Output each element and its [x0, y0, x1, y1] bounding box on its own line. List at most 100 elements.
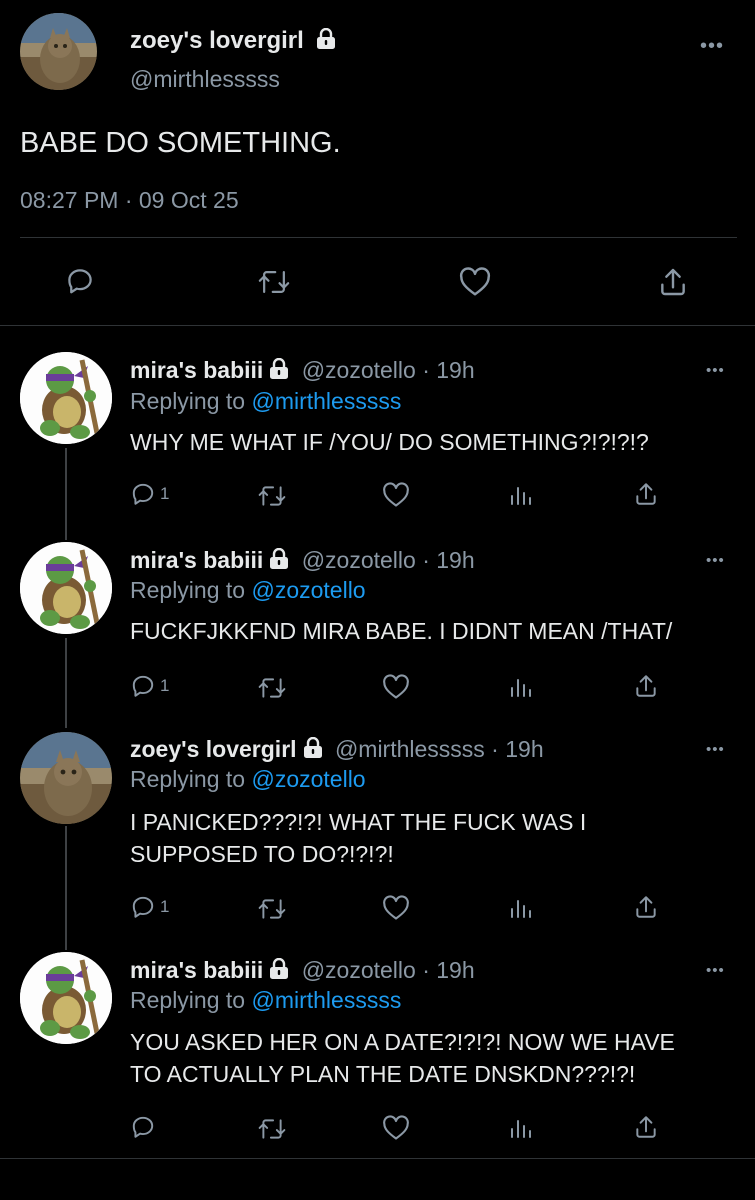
reply-count: 1: [160, 897, 170, 916]
reply-text-line: TO ACTUALLY PLAN THE DATE DNSKDN???!?!: [130, 1061, 636, 1087]
tweet-timestamp: 08:27 PM · 09 Oct 25: [20, 187, 239, 213]
more-icon[interactable]: •••: [706, 553, 725, 568]
reply-text: FUCKFJKKFND MIRA BABE. I DIDNT MEAN /THA…: [130, 618, 673, 644]
reply-header: mira's babiii @zozotello · 19h: [130, 357, 475, 384]
retweet-icon: [258, 1119, 286, 1139]
reply-count: 1: [160, 676, 170, 695]
like-button[interactable]: [382, 895, 410, 921]
mention-link[interactable]: @mirthlesssss: [251, 388, 401, 414]
share-button[interactable]: [634, 894, 658, 920]
retweet-button[interactable]: [258, 897, 286, 921]
display-name[interactable]: zoey's lovergirl: [130, 736, 297, 762]
heart-icon: [383, 482, 409, 507]
heart-icon: [459, 267, 491, 296]
more-icon[interactable]: •••: [700, 36, 724, 56]
like-button[interactable]: [382, 674, 410, 700]
replying-to: Replying to @zozotello: [130, 577, 366, 604]
views-button[interactable]: [508, 897, 532, 921]
replying-prefix: Replying to: [130, 987, 252, 1013]
display-name[interactable]: mira's babiii: [130, 957, 263, 983]
heart-icon: [383, 1115, 409, 1140]
mention-link[interactable]: @zozotello: [251, 577, 365, 603]
reply-header: zoey's lovergirl @mirthlesssss · 19h: [130, 736, 544, 763]
divider: [0, 325, 755, 326]
more-icon[interactable]: •••: [706, 363, 725, 378]
views-button[interactable]: [508, 484, 532, 508]
display-name[interactable]: mira's babiii: [130, 547, 263, 573]
reply-button[interactable]: 1: [130, 894, 169, 920]
share-icon: [661, 268, 685, 296]
display-name[interactable]: zoey's lovergirl: [130, 27, 304, 54]
views-icon: [511, 679, 531, 697]
author-handle[interactable]: @zozotello · 19h: [302, 957, 475, 983]
reply-header: mira's babiii @zozotello · 19h: [130, 957, 475, 984]
lock-icon: [270, 358, 289, 379]
reply-button[interactable]: 1: [130, 481, 169, 507]
author-handle[interactable]: @zozotello · 19h: [302, 547, 475, 573]
author-name[interactable]: zoey's lovergirl: [130, 27, 336, 55]
retweet-icon: [258, 271, 290, 293]
retweet-icon: [258, 678, 286, 698]
reply-button[interactable]: [130, 1114, 160, 1140]
reply-icon: [132, 483, 154, 505]
mention-link[interactable]: @mirthlesssss: [251, 987, 401, 1013]
reply-text-line: I PANICKED???!?! WHAT THE FUCK WAS I: [130, 809, 587, 835]
more-icon[interactable]: •••: [706, 963, 725, 978]
avatar[interactable]: [20, 13, 97, 90]
replying-prefix: Replying to: [130, 388, 252, 414]
replying-to: Replying to @mirthlesssss: [130, 987, 401, 1014]
reply-button[interactable]: [65, 266, 95, 296]
like-button[interactable]: [382, 1115, 410, 1141]
thread-line: [65, 638, 67, 728]
reply-icon: [132, 1116, 154, 1138]
share-button[interactable]: [634, 1114, 658, 1140]
reply-icon: [132, 675, 154, 697]
reply-text: YOU ASKED HER ON A DATE?!?!?! NOW WE HAV…: [130, 1026, 675, 1090]
replying-to: Replying to @mirthlesssss: [130, 388, 401, 415]
like-button[interactable]: [382, 482, 410, 508]
retweet-button[interactable]: [258, 268, 290, 296]
views-icon: [511, 487, 531, 505]
mention-link[interactable]: @zozotello: [251, 766, 365, 792]
lock-icon: [270, 548, 289, 569]
reply-text: WHY ME WHAT IF /YOU/ DO SOMETHING?!?!?!?: [130, 429, 649, 455]
reply-text: I PANICKED???!?! WHAT THE FUCK WAS I SUP…: [130, 806, 586, 870]
reply-button[interactable]: 1: [130, 673, 169, 699]
views-icon: [511, 900, 531, 918]
views-icon: [511, 1120, 531, 1138]
reply-header: mira's babiii @zozotello · 19h: [130, 547, 475, 574]
views-button[interactable]: [508, 1117, 532, 1141]
more-icon[interactable]: •••: [706, 742, 725, 757]
retweet-icon: [258, 486, 286, 506]
thread-line: [65, 826, 67, 950]
avatar[interactable]: [20, 352, 112, 444]
tweet-text: BABE DO SOMETHING.: [20, 127, 341, 159]
author-handle[interactable]: @mirthlesssss: [130, 66, 280, 93]
share-icon: [636, 896, 656, 918]
retweet-icon: [258, 899, 286, 919]
lock-icon: [303, 737, 322, 758]
reply-icon: [68, 269, 92, 294]
retweet-button[interactable]: [258, 484, 286, 508]
like-button[interactable]: [458, 267, 492, 297]
avatar[interactable]: [20, 952, 112, 1044]
reply-text-line: YOU ASKED HER ON A DATE?!?!?! NOW WE HAV…: [130, 1029, 675, 1055]
lock-icon: [270, 958, 289, 979]
retweet-button[interactable]: [258, 1117, 286, 1141]
display-name[interactable]: mira's babiii: [130, 357, 263, 383]
replying-to: Replying to @zozotello: [130, 766, 366, 793]
divider: [0, 1158, 755, 1159]
avatar[interactable]: [20, 732, 112, 824]
share-button[interactable]: [634, 481, 658, 507]
replying-prefix: Replying to: [130, 577, 252, 603]
retweet-button[interactable]: [258, 676, 286, 700]
thread-line: [65, 448, 67, 540]
views-button[interactable]: [508, 676, 532, 700]
avatar[interactable]: [20, 542, 112, 634]
author-handle[interactable]: @zozotello · 19h: [302, 357, 475, 383]
share-button[interactable]: [658, 266, 688, 298]
lock-icon: [317, 28, 336, 49]
author-handle[interactable]: @mirthlesssss · 19h: [335, 736, 544, 762]
heart-icon: [383, 674, 409, 699]
share-button[interactable]: [634, 673, 658, 699]
